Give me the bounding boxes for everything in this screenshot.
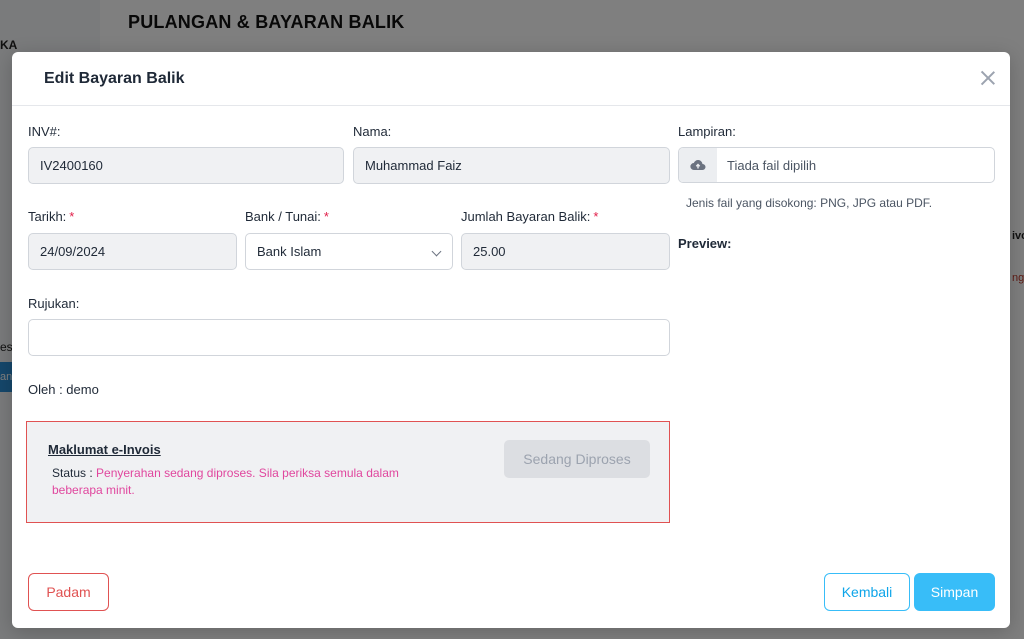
einvois-title: Maklumat e-Invois [48,442,161,457]
bank-label: Bank / Tunai: * [245,209,329,224]
save-button[interactable]: Simpan [914,573,995,611]
tarikh-label: Tarikh: * [28,209,75,224]
preview-label: Preview: [678,236,732,251]
created-by-text: Oleh : demo [28,382,99,397]
inv-field[interactable]: IV2400160 [28,147,344,184]
chevron-down-icon [431,246,442,257]
einvois-panel: Maklumat e-Invois Status : Penyerahan se… [26,421,670,523]
edit-refund-modal: Edit Bayaran Balik INV#: IV2400160 Nama:… [12,52,1010,628]
einvois-status-text: Penyerahan sedang diproses. Sila periksa… [52,466,399,497]
bank-select-value: Bank Islam [257,244,322,259]
delete-button[interactable]: Padam [28,573,109,611]
close-icon[interactable] [978,68,998,88]
rujukan-field[interactable] [28,319,670,356]
rujukan-label: Rujukan: [28,296,80,311]
back-button[interactable]: Kembali [824,573,910,611]
nama-label: Nama: [353,124,392,139]
cloud-upload-icon[interactable] [679,148,717,182]
lampiran-label: Lampiran: [678,124,736,139]
jumlah-field[interactable]: 25.00 [461,233,670,270]
einvois-status: Status : Penyerahan sedang diproses. Sil… [52,465,442,499]
file-type-hint: Jenis fail yang disokong: PNG, JPG atau … [686,196,933,210]
tarikh-field[interactable]: 24/09/2024 [28,233,237,270]
modal-title: Edit Bayaran Balik [44,70,185,87]
file-input[interactable]: Tiada fail dipilih [678,147,995,183]
processing-button[interactable]: Sedang Diproses [504,440,650,478]
file-placeholder: Tiada fail dipilih [727,158,817,173]
jumlah-label: Jumlah Bayaran Balik: * [461,209,599,224]
inv-label: INV#: [28,124,61,139]
einvois-status-label: Status : [52,466,93,480]
modal-header: Edit Bayaran Balik [12,52,1010,106]
bank-select[interactable]: Bank Islam [245,233,453,270]
nama-field[interactable]: Muhammad Faiz [353,147,670,184]
